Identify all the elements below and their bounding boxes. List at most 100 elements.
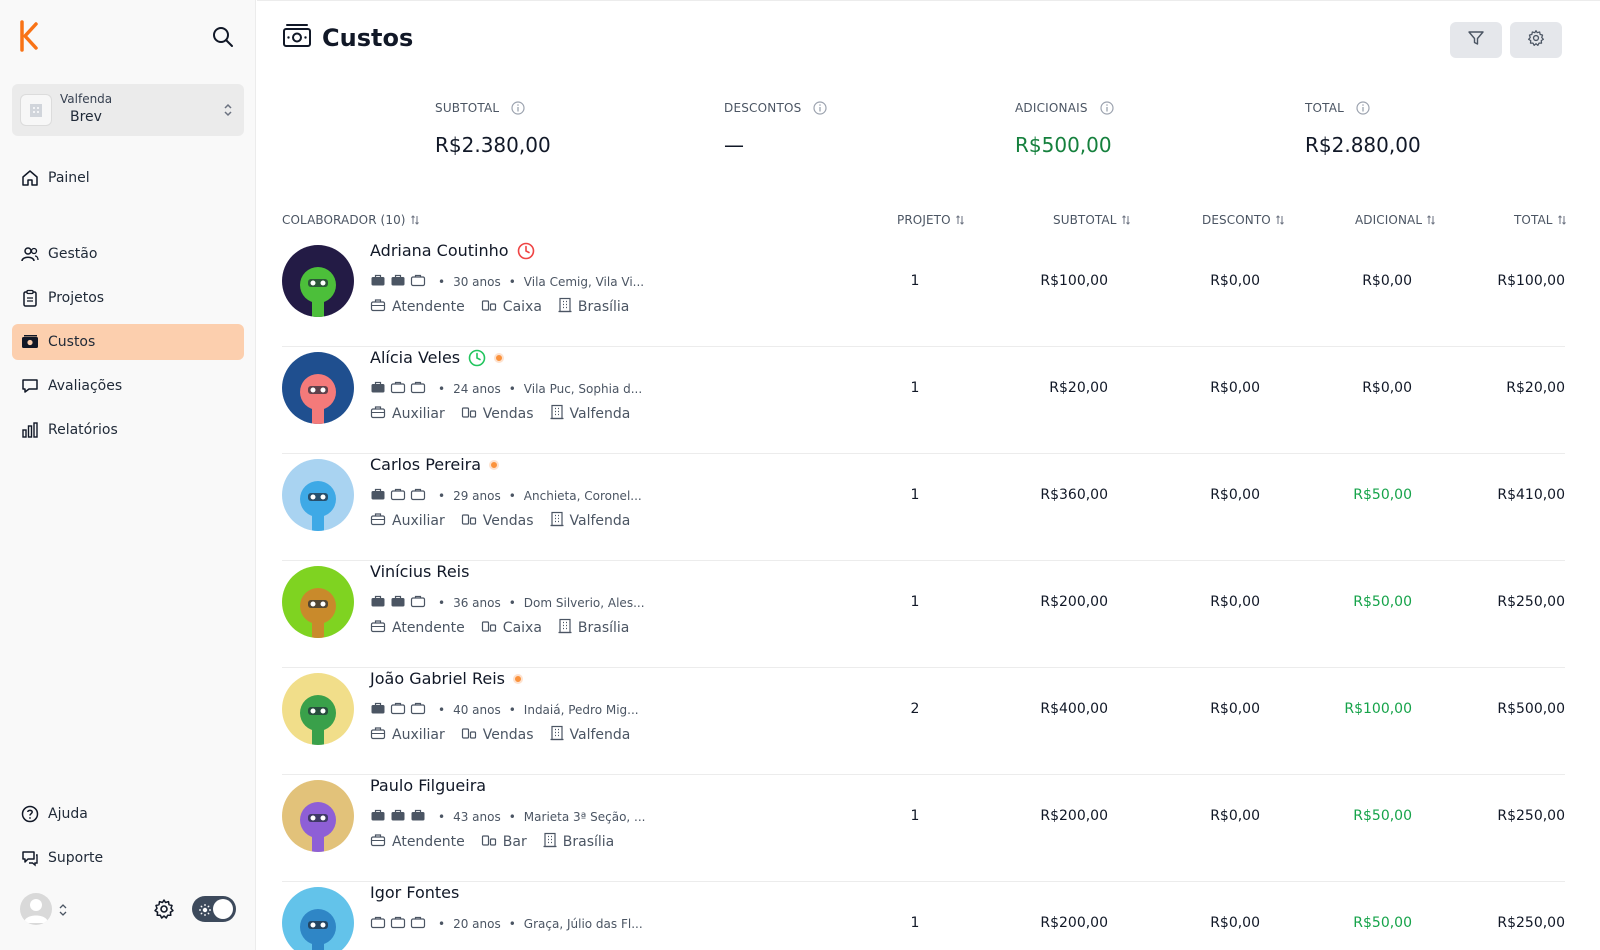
cell-subtotal: R$200,00 (1040, 915, 1108, 931)
separator-dot: • (438, 274, 446, 289)
page-title: Custos (322, 24, 414, 52)
avatar[interactable] (282, 673, 354, 745)
info-icon[interactable] (511, 101, 525, 115)
sidebar: Valfenda Brev Painel Gestão Projetos Cus… (0, 0, 256, 950)
nav-label: Projetos (48, 290, 105, 306)
role-label: Atendente (392, 620, 465, 636)
briefcase-icon (370, 405, 392, 423)
collaborator-name[interactable]: Alícia Veles (370, 348, 505, 367)
filter-icon (1467, 29, 1485, 51)
collaborator-name[interactable]: João Gabriel Reis (370, 669, 523, 688)
role-tag: Atendente (370, 619, 465, 637)
seniority-bag-icon (370, 594, 390, 611)
info-icon[interactable] (1100, 101, 1114, 115)
column-header-collaborator[interactable]: COLABORADOR (10) (282, 213, 420, 227)
nav-item-suporte[interactable]: Suporte (12, 840, 244, 876)
column-header-project[interactable]: PROJETO (897, 213, 965, 227)
collaborator-name[interactable]: Adriana Coutinho (370, 241, 535, 260)
cell-additional: R$50,00 (1353, 594, 1412, 610)
age-label: 40 anos (453, 702, 501, 717)
table-row[interactable]: Paulo Filgueira • 43 anos • Marieta 3ª S… (282, 772, 1565, 882)
unit-tag: Valfenda (550, 404, 631, 424)
collaborator-name[interactable]: Vinícius Reis (370, 562, 469, 581)
seniority-bag-icon (390, 594, 410, 611)
cell-discount: R$0,00 (1210, 273, 1260, 289)
collaborator-meta: • 36 anos • Dom Silverio, Ales... (370, 594, 645, 611)
separator-dot: • (438, 916, 446, 931)
cell-total: R$250,00 (1497, 808, 1565, 824)
collaborator-meta: • 30 anos • Vila Cemig, Vila Vi... (370, 273, 644, 290)
role-tag: Auxiliar (370, 405, 445, 423)
status-dot (489, 459, 500, 470)
column-header-discount[interactable]: DESCONTO (1202, 213, 1285, 227)
avatar[interactable] (282, 887, 354, 950)
column-header-total[interactable]: TOTAL (1514, 213, 1567, 227)
unit-label: Valfenda (569, 406, 631, 422)
avatar[interactable] (282, 566, 354, 638)
user-avatar[interactable] (20, 893, 52, 925)
search-icon[interactable] (212, 26, 234, 48)
avatar[interactable] (282, 245, 354, 317)
sector-tag: Vendas (461, 726, 534, 744)
age-label: 20 anos (453, 916, 501, 931)
column-header-label: TOTAL (1514, 213, 1553, 227)
nav-item-painel[interactable]: Painel (12, 160, 244, 196)
main-content: Custos SUBTOTAL R$2.380,00 DESCONTOS — A… (257, 0, 1600, 950)
table-row[interactable]: João Gabriel Reis • 40 anos • Indaiá, Pe… (282, 665, 1565, 775)
org-switcher[interactable]: Valfenda Brev (12, 84, 244, 136)
column-header-subtotal[interactable]: SUBTOTAL (1053, 213, 1131, 227)
table-row[interactable]: Carlos Pereira • 29 anos • Anchieta, Cor… (282, 451, 1565, 561)
brand-logo[interactable] (18, 20, 42, 52)
collaborator-name[interactable]: Igor Fontes (370, 883, 459, 902)
unit-tag: Valfenda (550, 511, 630, 531)
nav-label: Custos (48, 334, 96, 350)
table-row[interactable]: Igor Fontes • 20 anos • Graça, Júlio das… (282, 879, 1565, 950)
filter-button[interactable] (1450, 22, 1502, 58)
cell-project: 1 (910, 594, 920, 610)
separator-dot: • (508, 488, 516, 503)
cell-project: 1 (910, 808, 920, 824)
nav-item-ajuda[interactable]: Ajuda (12, 796, 244, 832)
summary-label: ADICIONAIS (1015, 101, 1088, 115)
nav-item-gestao[interactable]: Gestão (12, 236, 244, 272)
name-label: Alícia Veles (370, 348, 461, 367)
cell-subtotal: R$200,00 (1040, 594, 1108, 610)
briefcase-icon (370, 833, 392, 851)
nav-label: Avaliações (48, 378, 123, 394)
name-label: Carlos Pereira (370, 455, 482, 474)
theme-toggle[interactable] (192, 896, 236, 922)
summary-value: R$500,00 (1015, 133, 1112, 157)
nav-item-relatorios[interactable]: Relatórios (12, 412, 244, 448)
collaborator-name[interactable]: Carlos Pereira (370, 455, 500, 474)
avatar[interactable] (282, 780, 354, 852)
avatar[interactable] (282, 352, 354, 424)
chevron-updown-icon[interactable] (58, 902, 68, 916)
collaborator-tags: Auxiliar Vendas Valfenda (370, 725, 646, 745)
collaborator-meta: • 43 anos • Marieta 3ª Seção, ... (370, 808, 646, 825)
gear-icon[interactable] (153, 898, 175, 920)
separator-dot: • (438, 595, 446, 610)
clipboard-icon (20, 288, 40, 308)
settings-button[interactable] (1510, 22, 1562, 58)
info-icon[interactable] (813, 101, 828, 115)
clock-icon (468, 349, 486, 367)
sector-label: Vendas (482, 513, 534, 529)
collaborator-meta: • 29 anos • Anchieta, Coronel... (370, 487, 642, 504)
table-row[interactable]: Vinícius Reis • 36 anos • Dom Silverio, … (282, 558, 1565, 668)
nav-item-projetos[interactable]: Projetos (12, 280, 244, 316)
separator-dot: • (508, 916, 516, 931)
nav-item-custos[interactable]: Custos (12, 324, 244, 360)
building-icon (558, 618, 578, 638)
column-header-additional[interactable]: ADICIONAL (1355, 213, 1436, 227)
home-icon (20, 168, 40, 188)
sort-icon (1426, 214, 1436, 226)
table-row[interactable]: Adriana Coutinho • 30 anos • Vila Cemig,… (282, 237, 1565, 347)
name-label: João Gabriel Reis (370, 669, 505, 688)
cell-subtotal: R$200,00 (1040, 808, 1108, 824)
info-icon[interactable] (1356, 101, 1370, 115)
table-row[interactable]: Alícia Veles • 24 anos • Vila Puc, Sophi… (282, 344, 1565, 454)
nav-item-avaliacoes[interactable]: Avaliações (12, 368, 244, 404)
collaborator-name[interactable]: Paulo Filgueira (370, 776, 486, 795)
avatar[interactable] (282, 459, 354, 531)
name-label: Vinícius Reis (370, 562, 470, 581)
